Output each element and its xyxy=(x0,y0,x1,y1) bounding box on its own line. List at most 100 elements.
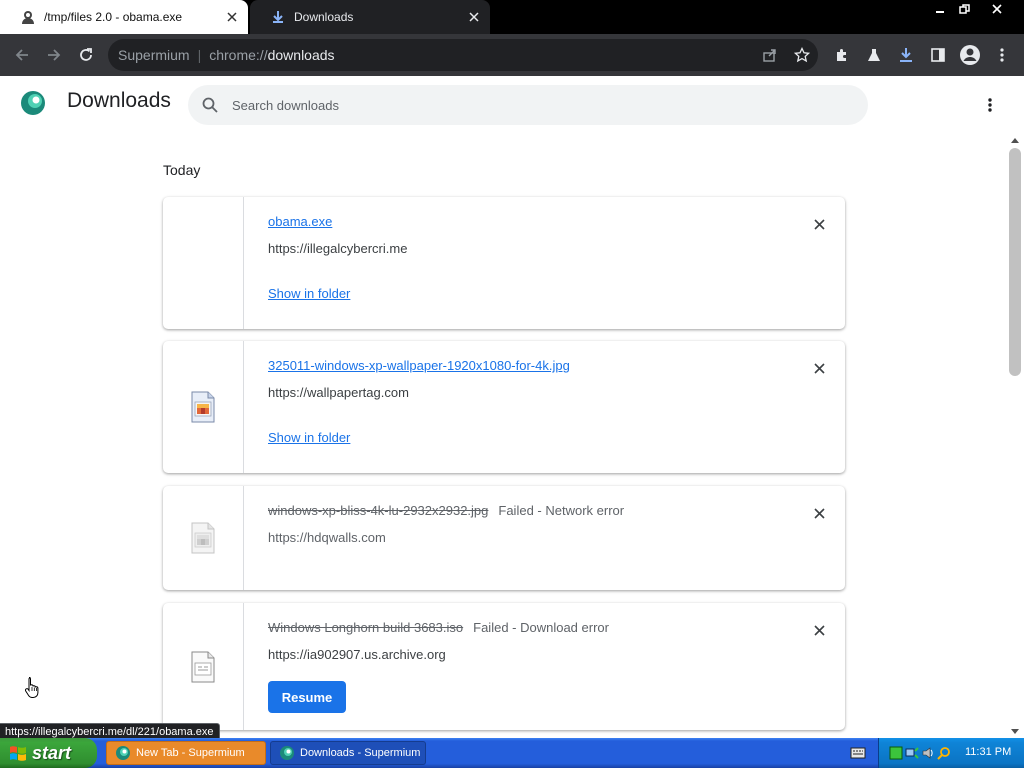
scroll-down-arrow-icon[interactable] xyxy=(1011,729,1019,734)
file-icon-column xyxy=(163,197,244,329)
tab-close-icon[interactable] xyxy=(222,7,242,27)
extensions-button[interactable] xyxy=(830,43,854,67)
start-label: start xyxy=(32,742,72,763)
browser-menu-button[interactable] xyxy=(990,43,1014,67)
labs-button[interactable] xyxy=(862,43,886,67)
date-header: Today xyxy=(163,162,201,178)
system-tray: 11:31 PM xyxy=(878,738,1024,768)
downloads-button[interactable] xyxy=(894,43,918,67)
labs-icon xyxy=(868,49,880,61)
search-icon xyxy=(201,96,219,114)
tab-downloads[interactable]: Downloads xyxy=(250,0,490,34)
download-item: 325011-windows-xp-wallpaper-1920x1080-fo… xyxy=(163,341,845,473)
download-favicon-icon xyxy=(270,9,286,25)
menu-icon xyxy=(1000,48,1004,62)
download-item: windows-xp-bliss-4k-lu-2932x2932.jpg Fail… xyxy=(163,486,845,590)
back-icon xyxy=(15,49,28,61)
minimize-button[interactable] xyxy=(929,0,951,18)
remove-item-close-icon[interactable] xyxy=(811,216,827,232)
remove-item-close-icon[interactable] xyxy=(811,360,827,376)
file-name-link[interactable]: 325011-windows-xp-wallpaper-1920x1080-fo… xyxy=(268,358,570,373)
forward-button[interactable] xyxy=(42,43,66,67)
star-icon xyxy=(794,47,810,63)
supermium-task-icon xyxy=(280,746,294,760)
download-status: Failed - Download error xyxy=(473,620,609,635)
page-scrollbar[interactable] xyxy=(1006,134,1024,738)
download-item: Windows Longhorn build 3683.iso Failed - … xyxy=(163,603,845,730)
file-name-failed: windows-xp-bliss-4k-lu-2932x2932.jpg xyxy=(268,503,489,518)
network-icon[interactable] xyxy=(905,746,919,760)
url-scheme: chrome:// xyxy=(209,47,268,63)
downloads-header: Downloads xyxy=(0,76,1024,134)
search-downloads-box[interactable] xyxy=(188,85,868,125)
profile-button[interactable] xyxy=(958,43,982,67)
taskbar-item-downloads[interactable]: Downloads - Supermium xyxy=(270,741,426,765)
file-name-failed: Windows Longhorn build 3683.iso xyxy=(268,620,464,635)
url-host: downloads xyxy=(267,47,335,63)
supermium-favicon-icon xyxy=(20,9,36,25)
more-actions-button[interactable] xyxy=(980,93,1000,117)
iso-file-icon xyxy=(191,651,215,682)
file-name-link[interactable]: obama.exe xyxy=(268,214,332,229)
share-icon xyxy=(763,49,776,62)
profile-icon xyxy=(960,45,980,65)
reload-icon xyxy=(80,48,92,61)
back-button[interactable] xyxy=(10,43,34,67)
reload-button[interactable] xyxy=(74,43,98,67)
tab-title: Downloads xyxy=(294,10,354,24)
taskbar-item-new-tab[interactable]: New Tab - Supermium xyxy=(106,741,266,765)
address-bar[interactable]: Supermium | chrome://downloads xyxy=(108,39,818,71)
green-status-icon[interactable] xyxy=(889,746,903,760)
supermium-task-icon xyxy=(116,746,130,760)
resume-button[interactable]: Resume xyxy=(268,681,346,713)
browser-toolbar: Supermium | chrome://downloads xyxy=(0,34,1024,76)
tab-title: /tmp/files 2.0 - obama.exe xyxy=(44,10,183,24)
side-panel-icon xyxy=(931,48,945,62)
remove-item-close-icon[interactable] xyxy=(811,505,827,521)
task-label: Downloads - Supermium xyxy=(300,747,421,759)
show-in-folder-link[interactable]: Show in folder xyxy=(268,286,350,301)
restore-button[interactable] xyxy=(953,0,975,18)
supermium-logo-icon xyxy=(20,90,46,116)
scroll-thumb[interactable] xyxy=(1009,148,1021,376)
forward-icon xyxy=(48,49,61,61)
remove-item-close-icon[interactable] xyxy=(811,622,827,638)
download-status: Failed - Network error xyxy=(498,503,625,518)
browser-name-label: Supermium xyxy=(118,47,190,63)
extensions-icon xyxy=(837,49,846,61)
windows-logo-icon xyxy=(10,746,26,761)
more-vert-icon xyxy=(988,98,992,112)
page-title: Downloads xyxy=(67,89,171,112)
task-label: New Tab - Supermium xyxy=(136,747,245,759)
download-icon xyxy=(900,48,912,62)
hand-cursor-icon xyxy=(24,676,40,698)
volume-icon[interactable] xyxy=(921,746,935,760)
tab-strip: /tmp/files 2.0 - obama.exe Downloads xyxy=(0,0,1024,34)
tab-close-icon[interactable] xyxy=(464,7,484,27)
scroll-up-arrow-icon[interactable] xyxy=(1011,138,1019,143)
file-icon-column xyxy=(163,486,244,590)
address-separator: | xyxy=(197,47,202,63)
show-in-folder-link[interactable]: Show in folder xyxy=(268,430,350,445)
image-file-icon xyxy=(191,391,215,423)
image-file-faded-icon xyxy=(191,522,215,554)
source-url: https://hdqwalls.com xyxy=(268,530,386,545)
search-input[interactable] xyxy=(232,97,832,113)
bookmark-star-button[interactable] xyxy=(790,43,814,67)
download-item: obama.exe https://illegalcybercri.me Sho… xyxy=(163,197,845,329)
source-url: https://wallpapertag.com xyxy=(268,385,409,400)
keyboard-language-icon[interactable] xyxy=(850,746,866,760)
start-button[interactable]: start xyxy=(0,738,97,768)
file-icon-column xyxy=(163,603,244,730)
source-url: https://ia902907.us.archive.org xyxy=(268,647,446,662)
side-panel-button[interactable] xyxy=(926,43,950,67)
link-status-bubble: https://illegalcybercri.me/dl/221/obama.… xyxy=(0,723,220,739)
tab-obama-exe[interactable]: /tmp/files 2.0 - obama.exe xyxy=(0,0,248,34)
system-clock: 11:31 PM xyxy=(965,746,1012,758)
taskbar: start New Tab - Supermium Downloads - Su… xyxy=(0,738,1024,768)
share-button[interactable] xyxy=(758,43,782,67)
file-icon-column xyxy=(163,341,244,473)
search-tray-icon[interactable] xyxy=(937,746,951,760)
source-url: https://illegalcybercri.me xyxy=(268,241,408,256)
close-window-button[interactable] xyxy=(986,0,1008,18)
